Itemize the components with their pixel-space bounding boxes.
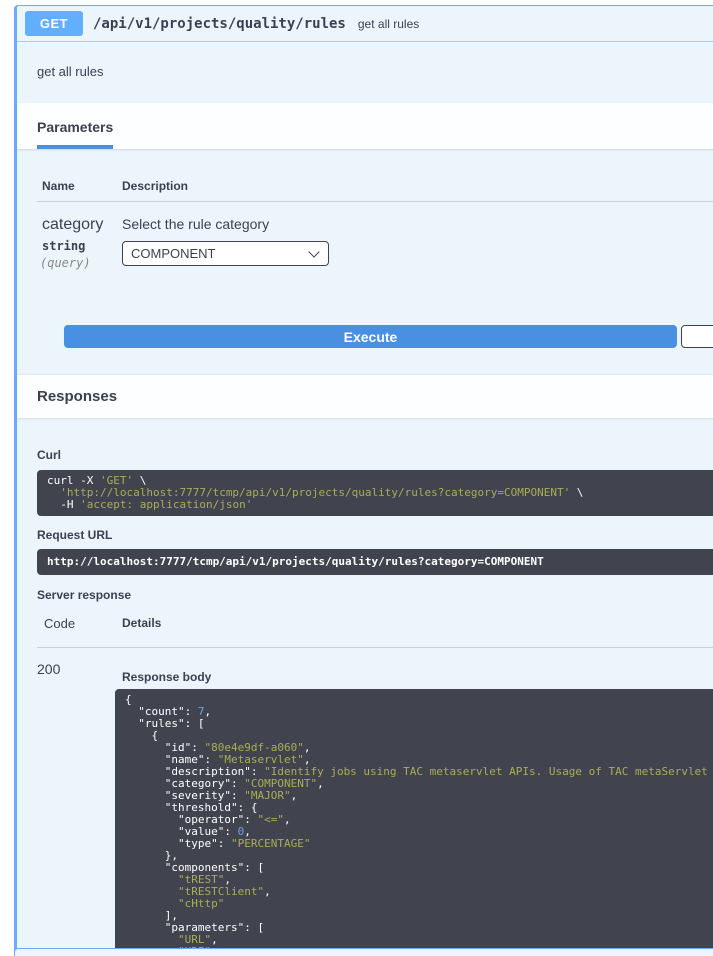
parameters-table: Name Description category string (query)… <box>37 179 713 270</box>
column-header-description: Description <box>117 179 713 202</box>
column-header-code: Code <box>37 616 115 631</box>
http-method-badge: GET <box>25 11 83 36</box>
parameters-tab-bar: Parameters <box>17 103 713 149</box>
responses-section: Curl curl -X 'GET' \ 'http://localhost:7… <box>17 418 713 956</box>
response-table-header: Code Details <box>37 616 713 648</box>
responses-title: Responses <box>37 388 117 405</box>
parameter-description: Select the rule category <box>122 216 713 232</box>
next-operation-stub[interactable] <box>14 948 713 956</box>
parameter-name: category <box>42 216 117 234</box>
parameter-description-cell: Select the rule category COMPONENT <box>117 202 713 270</box>
curl-command[interactable]: curl -X 'GET' \ 'http://localhost:7777/t… <box>37 470 713 516</box>
operation-block-get-rules: GET /api/v1/projects/quality/rules get a… <box>14 5 713 956</box>
execute-button[interactable]: Execute <box>64 325 677 348</box>
parameter-type: string <box>42 239 117 253</box>
operation-description: get all rules <box>17 42 713 103</box>
swagger-page: GET /api/v1/projects/quality/rules get a… <box>0 0 713 956</box>
execute-row: Execute <box>37 325 713 348</box>
tab-parameters[interactable]: Parameters <box>37 119 113 149</box>
response-body-json: { "count": 7, "rules": [ { "id": "80e4e9… <box>115 689 713 956</box>
endpoint-path: /api/v1/projects/quality/rules <box>93 16 346 32</box>
request-url-value: http://localhost:7777/tcmp/api/v1/projec… <box>37 549 713 575</box>
operation-summary-text: get all rules <box>358 17 419 31</box>
request-url-label: Request URL <box>37 528 713 542</box>
response-row: 200 Response body { "count": 7, "rules":… <box>37 648 713 956</box>
status-code: 200 <box>37 661 115 956</box>
parameter-name-cell: category string (query) <box>37 202 117 270</box>
column-header-name: Name <box>37 179 117 202</box>
response-body-label: Response body <box>122 670 713 684</box>
category-select-wrapper: COMPONENT <box>122 241 329 266</box>
operation-summary[interactable]: GET /api/v1/projects/quality/rules get a… <box>17 6 713 42</box>
category-select[interactable]: COMPONENT <box>122 241 329 266</box>
parameters-section: Name Description category string (query)… <box>17 149 713 348</box>
response-details-cell: Response body { "count": 7, "rules": [ {… <box>115 661 713 956</box>
column-header-details: Details <box>115 616 713 631</box>
responses-header: Responses <box>17 374 713 418</box>
curl-label: Curl <box>37 448 713 462</box>
parameter-location: (query) <box>40 256 117 270</box>
clear-button[interactable] <box>681 325 713 348</box>
server-response-label: Server response <box>37 588 713 602</box>
